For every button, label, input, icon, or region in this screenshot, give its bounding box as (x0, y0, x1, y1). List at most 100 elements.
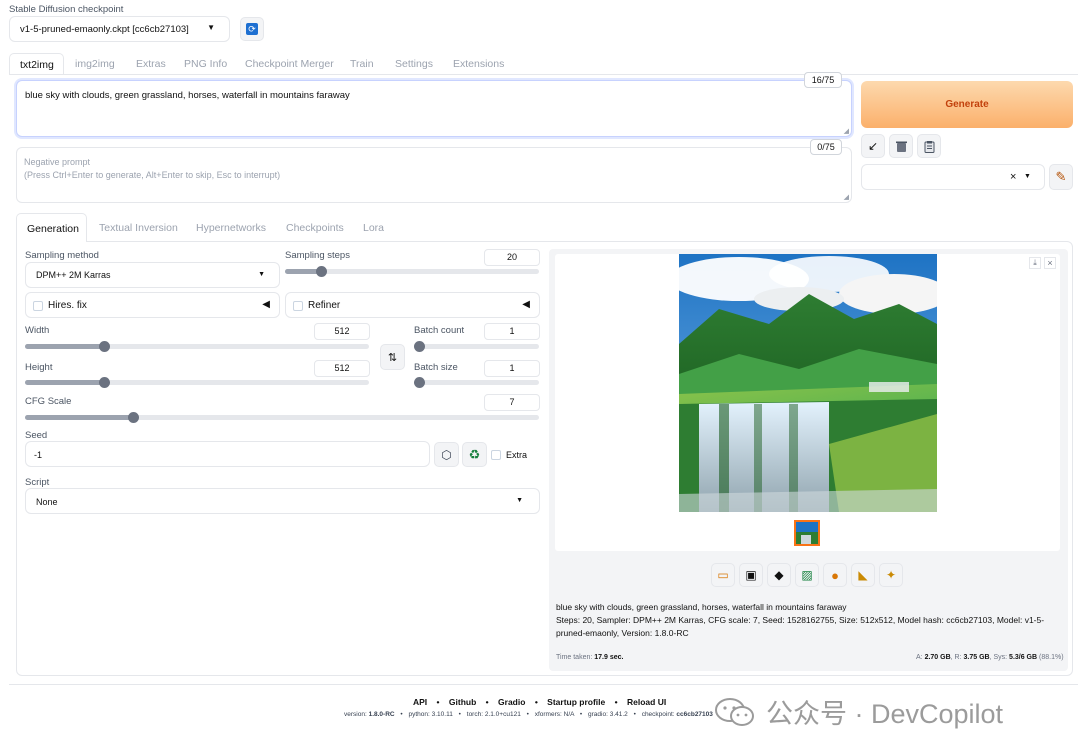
collapse-arrow-icon[interactable]: ◀ (262, 299, 270, 310)
batch-count-input[interactable]: 1 (484, 323, 540, 340)
swap-dimensions-button[interactable]: ⇅ (380, 344, 405, 370)
gallery-thumbnail[interactable] (794, 520, 820, 546)
prompt-textarea[interactable]: blue sky with clouds, green grassland, h… (16, 80, 852, 137)
paste-style-button[interactable] (917, 134, 941, 158)
footer-link-gradio[interactable]: Gradio (498, 697, 525, 707)
refresh-checkpoint-button[interactable]: ⟳ (240, 17, 264, 41)
random-seed-button[interactable]: ⬡ (434, 442, 459, 467)
seed-value: -1 (34, 450, 43, 460)
version-label: version: (344, 711, 367, 718)
checkpoint-value-footer: cc6cb27103 (676, 711, 713, 718)
footer-links: API • Github • Gradio • Startup profile … (413, 697, 667, 707)
cfg-scale-slider[interactable] (25, 412, 539, 423)
checkpoint-select[interactable]: v1-5-pruned-emaonly.ckpt [cc6cb27103] ▼ (9, 16, 230, 42)
clear-styles-icon[interactable]: × (1010, 171, 1016, 183)
footer-versions: version: 1.8.0-RC • python: 3.10.11 • to… (344, 711, 713, 718)
trash-icon (895, 141, 907, 152)
footer-link-api[interactable]: API (413, 697, 427, 707)
hires-fix-checkbox[interactable] (33, 301, 43, 311)
extra-seed-label: Extra (506, 450, 528, 460)
torch-value: 2.1.0+cu121 (484, 711, 521, 718)
checkpoint-label-footer: checkpoint: (641, 711, 675, 718)
open-folder-button[interactable]: ▭ (711, 563, 735, 587)
footer-link-github[interactable]: Github (449, 697, 476, 707)
script-value: None (36, 497, 58, 507)
tab-checkpoints[interactable]: Checkpoints (286, 222, 344, 234)
batch-count-slider[interactable] (414, 341, 539, 352)
triangle-ruler-icon: ◣ (858, 568, 868, 582)
negative-token-counter: 0/75 (810, 139, 842, 155)
checkpoint-value: v1-5-pruned-emaonly.ckpt [cc6cb27103] (20, 24, 189, 35)
tab-generation[interactable]: Generation (16, 213, 87, 242)
sparkle-icon: ✦ (885, 568, 897, 582)
resize-handle-icon[interactable]: ◢ (844, 193, 849, 201)
sampling-steps-input[interactable]: 20 (484, 249, 540, 266)
seed-input[interactable]: -1 (25, 441, 430, 467)
sampling-steps-slider[interactable] (285, 266, 539, 277)
tab-hypernetworks[interactable]: Hypernetworks (196, 222, 266, 234)
clear-prompt-button[interactable] (889, 134, 913, 158)
script-label: Script (25, 477, 50, 488)
pencil-icon: ✎ (1055, 169, 1067, 184)
height-input[interactable]: 512 (314, 360, 370, 377)
send-to-img2img-button[interactable]: ▨ (795, 563, 819, 587)
tab-train[interactable]: Train (350, 58, 374, 70)
width-input[interactable]: 512 (314, 323, 370, 340)
footer-link-reload-ui[interactable]: Reload UI (627, 697, 666, 707)
height-slider[interactable] (25, 377, 369, 388)
send-to-inpaint-button[interactable]: ● (823, 563, 847, 587)
batch-size-label: Batch size (414, 362, 458, 373)
caption-params: Steps: 20, Sampler: DPM++ 2M Karras, CFG… (556, 615, 1045, 638)
time-value: 17.9 sec. (594, 654, 624, 661)
tab-img2img[interactable]: img2img (75, 58, 115, 70)
prompt-text: blue sky with clouds, green grassland, h… (25, 90, 350, 101)
close-icon[interactable]: × (1044, 257, 1056, 269)
tab-lora[interactable]: Lora (363, 222, 384, 234)
reuse-seed-button[interactable]: ♻ (462, 442, 487, 467)
read-params-button[interactable]: ↙ (861, 134, 885, 158)
hires-fix-accordion[interactable]: Hires. fix ◀ (25, 292, 280, 318)
send-to-extras-button[interactable]: ◣ (851, 563, 875, 587)
zip-button[interactable]: ◆ (767, 563, 791, 587)
tab-checkpoint-merger[interactable]: Checkpoint Merger (245, 58, 334, 70)
generate-button[interactable]: Generate (861, 81, 1073, 128)
cfg-scale-input[interactable]: 7 (484, 394, 540, 411)
download-icon[interactable]: ⤓ (1029, 257, 1041, 269)
torch-label: torch: (466, 711, 484, 718)
footer-link-startup-profile[interactable]: Startup profile (547, 697, 605, 707)
python-value: 3.10.11 (431, 711, 453, 718)
chevron-down-icon: ▼ (207, 23, 215, 32)
extra-seed-checkbox[interactable] (491, 450, 501, 460)
image-icon: ▨ (801, 568, 813, 582)
width-slider[interactable] (25, 341, 369, 352)
package-icon: ◆ (774, 568, 784, 582)
sampling-method-label: Sampling method (25, 250, 99, 261)
negative-prompt-textarea[interactable]: Negative prompt (Press Ctrl+Enter to gen… (16, 147, 852, 203)
mem-r: 3.75 GB (963, 654, 990, 661)
tab-settings[interactable]: Settings (395, 58, 433, 70)
tab-txt2img[interactable]: txt2img (9, 53, 64, 75)
save-icon: ▣ (745, 568, 757, 582)
upscale-button[interactable]: ✦ (879, 563, 903, 587)
generate-label: Generate (945, 99, 989, 110)
resize-handle-icon[interactable]: ◢ (844, 127, 849, 135)
watermark-text: 公众号 · DevCopilot (766, 699, 1004, 729)
sampling-method-select[interactable]: DPM++ 2M Karras ▼ (25, 262, 280, 288)
tab-textual-inversion[interactable]: Textual Inversion (99, 222, 178, 234)
tab-png-info[interactable]: PNG Info (184, 58, 227, 70)
refiner-accordion[interactable]: Refiner ◀ (285, 292, 540, 318)
tab-extensions[interactable]: Extensions (453, 58, 504, 70)
collapse-arrow-icon[interactable]: ◀ (522, 299, 530, 310)
refiner-checkbox[interactable] (293, 301, 303, 311)
script-select[interactable]: None ▼ (25, 488, 540, 514)
chevron-down-icon[interactable]: ▼ (1024, 173, 1031, 180)
save-button[interactable]: ▣ (739, 563, 763, 587)
edit-styles-button[interactable]: ✎ (1049, 164, 1073, 190)
tab-extras[interactable]: Extras (136, 58, 166, 70)
version-value: 1.8.0-RC (368, 711, 395, 718)
batch-size-input[interactable]: 1 (484, 360, 540, 377)
output-caption: blue sky with clouds, green grassland, h… (556, 601, 1061, 640)
batch-size-slider[interactable] (414, 377, 539, 388)
generated-image[interactable] (679, 254, 937, 512)
styles-dropdown[interactable]: × ▼ (861, 164, 1045, 190)
